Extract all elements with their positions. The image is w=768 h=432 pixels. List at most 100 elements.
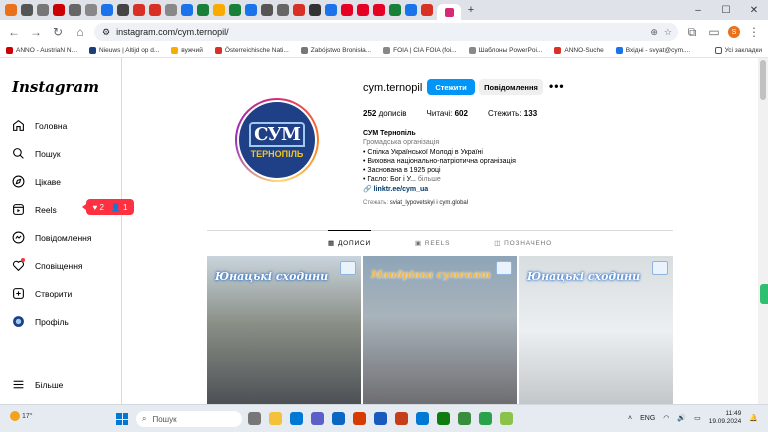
tab-favicon[interactable]	[5, 4, 17, 16]
tab-favicon[interactable]	[101, 4, 113, 16]
bookmark-star-icon[interactable]: ☆	[664, 27, 672, 38]
wifi-icon[interactable]: ◠	[663, 414, 669, 422]
app-icon[interactable]	[500, 412, 513, 425]
tab-favicon[interactable]	[341, 4, 353, 16]
office-icon[interactable]	[353, 412, 366, 425]
url-field[interactable]: ⚙ instagram.com/cym.ternopil/ ⊕ ☆	[94, 23, 678, 41]
bookmark-item[interactable]: Zabójstwo Bronisła...	[300, 47, 371, 54]
browser-profile-avatar[interactable]: S	[728, 26, 740, 38]
new-tab-icon[interactable]: +	[465, 4, 477, 16]
bookmark-item[interactable]: Nieuws | Altijd op d...	[89, 47, 159, 54]
back-icon[interactable]: ←	[6, 25, 22, 39]
taskbar-search[interactable]: ⌕ Пошук	[136, 411, 242, 427]
tab-favicon[interactable]	[389, 4, 401, 16]
task-view-icon[interactable]	[248, 412, 261, 425]
tab-favicon[interactable]	[261, 4, 273, 16]
tab-favicon[interactable]	[245, 4, 257, 16]
bookmark-item[interactable]: Вхідні - svyat@cym....	[615, 47, 690, 54]
tab-favicon[interactable]	[165, 4, 177, 16]
windows-start-icon[interactable]	[116, 413, 128, 425]
bookmark-item[interactable]: FOIA | CIA FOIA (foi...	[383, 47, 457, 54]
file-explorer-icon[interactable]	[269, 412, 282, 425]
nav-explore[interactable]: Цікаве	[12, 175, 61, 188]
followed-by[interactable]: Стежать: sviat_lypovetskyi і cym.global	[363, 200, 468, 206]
app-icon[interactable]	[479, 412, 492, 425]
bookmark-item[interactable]: Österreichische Nati...	[214, 47, 289, 54]
forward-icon[interactable]: →	[28, 25, 44, 39]
nav-reels[interactable]: Reels	[12, 203, 57, 216]
minimize-icon[interactable]: –	[684, 0, 712, 20]
site-info-icon[interactable]: ⚙	[102, 27, 110, 38]
extension-side-tab[interactable]	[760, 284, 768, 304]
reload-icon[interactable]: ↻	[50, 25, 66, 39]
bookmark-item[interactable]: Шаблоны PowerPoi...	[468, 47, 542, 54]
nav-home[interactable]: Головна	[12, 119, 67, 132]
following-stat[interactable]: Стежить: 133	[488, 109, 537, 118]
tab-favicon[interactable]	[357, 4, 369, 16]
page-scrollbar[interactable]	[758, 58, 768, 404]
more-options-icon[interactable]: •••	[549, 79, 565, 93]
tab-favicon[interactable]	[293, 4, 305, 16]
tab-favicon[interactable]	[21, 4, 33, 16]
post-thumbnail[interactable]: Юнацькі сходини	[207, 256, 361, 406]
bookmark-item[interactable]: ANNO - AustriaN N...	[6, 47, 77, 54]
zoom-icon[interactable]: ⊕	[650, 27, 658, 38]
tab-favicon[interactable]	[325, 4, 337, 16]
menu-kebab-icon[interactable]: ⋮	[746, 25, 762, 39]
chrome-icon[interactable]	[458, 412, 471, 425]
nav-messages[interactable]: Повідомлення	[12, 231, 91, 244]
tab-favicon[interactable]	[37, 4, 49, 16]
maximize-icon[interactable]: ☐	[712, 0, 740, 20]
nav-create[interactable]: Створити	[12, 287, 72, 300]
close-icon[interactable]: ✕	[740, 0, 768, 20]
tab-favicon[interactable]	[229, 4, 241, 16]
tab-favicon[interactable]	[85, 4, 97, 16]
tab-posts[interactable]: ▦ ДОПИСИ	[328, 230, 371, 247]
tab-favicon[interactable]	[309, 4, 321, 16]
clock[interactable]: 11:49 19.09.2024	[709, 410, 742, 426]
nav-more[interactable]: Більше	[12, 378, 63, 391]
notification-bell-icon[interactable]: 🔔	[749, 414, 758, 422]
instagram-logo[interactable]: Instagram	[12, 78, 99, 96]
tab-favicon[interactable]	[181, 4, 193, 16]
bookmark-item[interactable]: ANNO-Suche	[554, 47, 604, 54]
battery-icon[interactable]: ▭	[694, 414, 701, 422]
tab-favicon[interactable]	[421, 4, 433, 16]
nav-search[interactable]: Пошук	[12, 147, 61, 160]
tab-favicon[interactable]	[69, 4, 81, 16]
tab-favicon[interactable]	[149, 4, 161, 16]
tab-favicon[interactable]	[373, 4, 385, 16]
bookmarks-folder[interactable]: Усі закладки	[714, 47, 762, 54]
tab-favicon[interactable]	[53, 4, 65, 16]
sidepanel-icon[interactable]: ▭	[706, 25, 722, 39]
post-thumbnail[interactable]: Мандрівка суменят	[363, 256, 517, 406]
tab-favicon[interactable]	[117, 4, 129, 16]
teams-icon[interactable]	[311, 412, 324, 425]
powerpoint-icon[interactable]	[395, 412, 408, 425]
tab-favicon[interactable]	[277, 4, 289, 16]
tab-favicon[interactable]	[213, 4, 225, 16]
store-icon[interactable]	[332, 412, 345, 425]
message-button[interactable]: Повідомлення	[479, 79, 543, 95]
tab-reels[interactable]: ▣ REELS	[415, 231, 450, 248]
bio-more-link[interactable]: більше	[418, 176, 441, 183]
volume-icon[interactable]: 🔊	[677, 414, 686, 422]
followers-stat[interactable]: Читачі: 602	[427, 109, 468, 118]
post-thumbnail[interactable]: Юнацькі сходини	[519, 256, 673, 406]
tab-favicon[interactable]	[133, 4, 145, 16]
nav-profile[interactable]: Профіль	[12, 315, 69, 328]
word-icon[interactable]	[374, 412, 387, 425]
language-indicator[interactable]: ENG	[640, 415, 655, 422]
tab-favicon[interactable]	[405, 4, 417, 16]
extensions-icon[interactable]: ⧉	[684, 25, 700, 40]
tab-tagged[interactable]: ◫ ПОЗНАЧЕНО	[494, 231, 552, 248]
weather-widget[interactable]: 17°	[10, 411, 33, 421]
bio-link[interactable]: 🔗 linktr.ee/cym_ua	[363, 185, 516, 194]
tab-favicon[interactable]	[197, 4, 209, 16]
profile-avatar-ring[interactable]: СУМ ТЕРНОПІЛЬ	[235, 98, 319, 182]
bookmark-item[interactable]: вужчий	[171, 47, 203, 54]
outlook-icon[interactable]	[416, 412, 429, 425]
tray-chevron-icon[interactable]: ˄	[628, 415, 632, 422]
excel-icon[interactable]	[437, 412, 450, 425]
tab-active-instagram[interactable]	[437, 4, 461, 20]
